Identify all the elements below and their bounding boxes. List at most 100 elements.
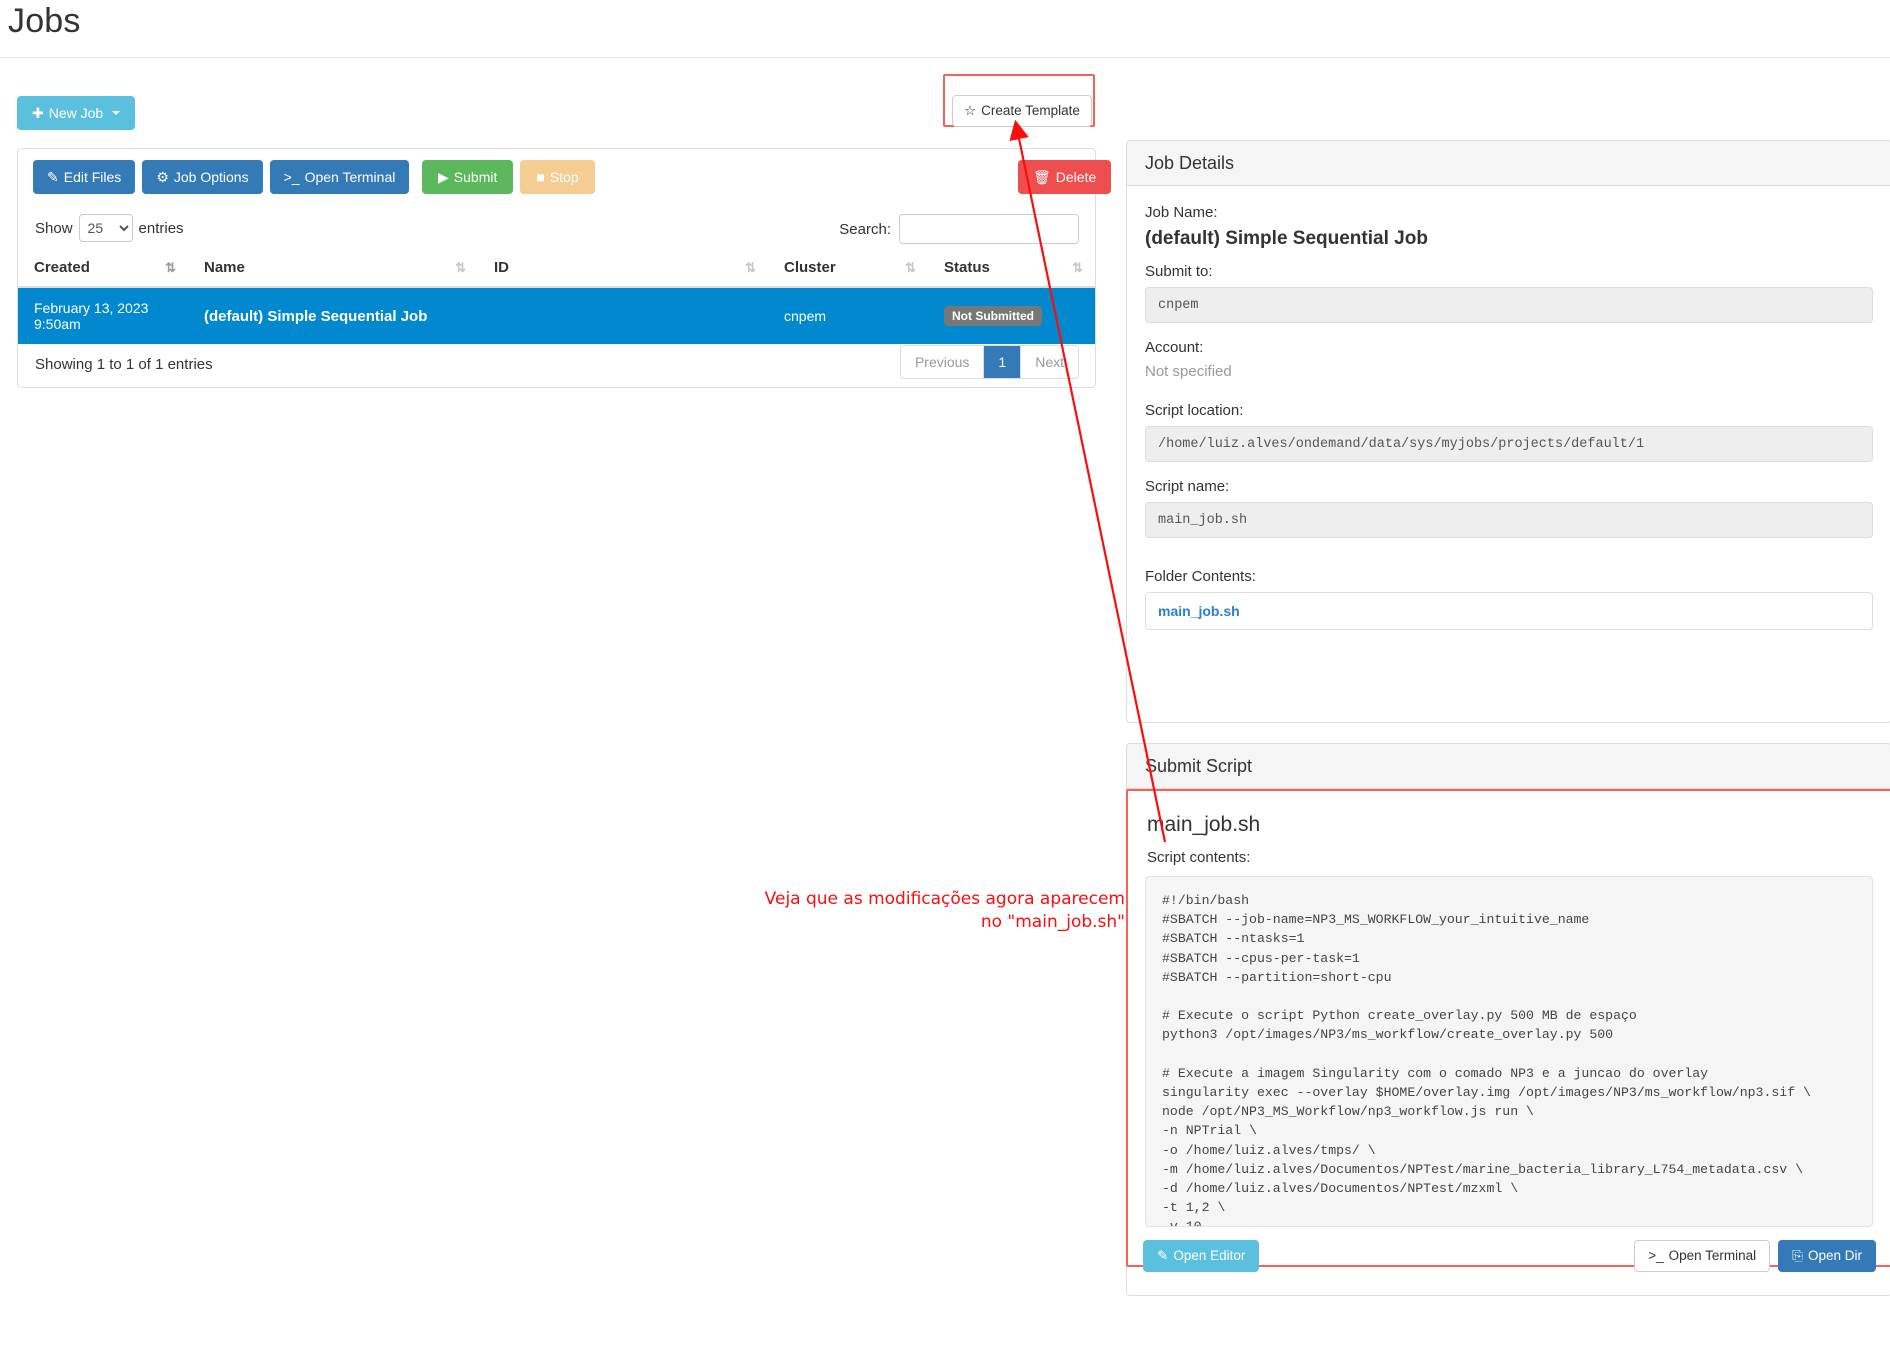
column-label-id: ID — [494, 259, 509, 276]
script-location-field: /home/luiz.alves/ondemand/data/sys/myjob… — [1145, 426, 1873, 462]
jobs-table-body: February 13, 2023 9:50am (default) Simpl… — [18, 287, 1095, 344]
sort-icon-created: ⇅ — [165, 260, 176, 275]
search-input[interactable] — [899, 214, 1079, 244]
account-value: Not specified — [1145, 363, 1232, 380]
sort-icon-status: ⇅ — [1072, 260, 1083, 275]
script-location-label: Script location: — [1145, 402, 1244, 419]
search-label: Search: — [839, 220, 891, 238]
pagination-previous[interactable]: Previous — [900, 346, 985, 378]
pencil-icon: ✎ — [1157, 1248, 1169, 1263]
open-editor-button[interactable]: ✎ Open Editor — [1143, 1240, 1260, 1272]
job-details-heading: Job Details — [1127, 141, 1890, 186]
sort-icon-name: ⇅ — [455, 260, 466, 275]
folder-file-link[interactable]: main_job.sh — [1158, 603, 1240, 619]
pagination: Previous 1 Next — [899, 345, 1079, 379]
chevron-down-icon — [112, 111, 121, 115]
script-name-value: main_job.sh — [1158, 512, 1248, 528]
script-name-field: main_job.sh — [1145, 502, 1873, 538]
folder-contents-box: main_job.sh — [1145, 592, 1873, 630]
toolbar-left-group: ✎ Edit Files ⚙ Job Options >_ Open Termi… — [33, 160, 410, 194]
submit-to-field: cnpem — [1145, 287, 1873, 323]
submit-script-heading: Submit Script — [1127, 744, 1890, 789]
annotation-note-line2: no "main_job.sh" — [980, 912, 1125, 932]
job-name-label: Job Name: — [1145, 204, 1218, 221]
external-link-icon: ⎘ — [1792, 1248, 1803, 1263]
datatable-info: Showing 1 to 1 of 1 entries — [35, 356, 213, 373]
job-details-panel: Job Details Job Name: (default) Simple S… — [1126, 140, 1890, 723]
jobs-table: Created ⇅ Name ⇅ ID ⇅ Cluster ⇅ Status ⇅… — [18, 251, 1095, 344]
edit-square-icon: ✎ — [47, 169, 59, 185]
submit-to-label: Submit to: — [1145, 263, 1213, 280]
stop-label: Stop — [549, 169, 579, 185]
stop-square-icon: ■ — [536, 169, 545, 185]
column-header-id[interactable]: ID ⇅ — [478, 251, 768, 288]
cell-id — [478, 287, 768, 344]
datatable-controls: Show 25 entries Search: — [18, 209, 1095, 251]
account-label: Account: — [1145, 339, 1204, 356]
table-header-row: Created ⇅ Name ⇅ ID ⇅ Cluster ⇅ Status ⇅ — [18, 251, 1095, 288]
page-length-select[interactable]: 25 — [78, 214, 133, 242]
new-job-button[interactable]: ✚ New Job — [17, 96, 136, 130]
job-name-value: (default) Simple Sequential Job — [1145, 228, 1428, 249]
trash-icon: 🗑 — [1033, 169, 1051, 185]
submit-button[interactable]: ▶ Submit — [422, 160, 514, 194]
page-length-control: Show 25 entries — [35, 214, 184, 242]
annotation-note-line1: Veja que as modificações agora aparecem — [764, 889, 1125, 909]
edit-files-button[interactable]: ✎ Edit Files — [33, 160, 136, 194]
column-header-status[interactable]: Status ⇅ — [928, 251, 1095, 288]
delete-button[interactable]: 🗑 Delete — [1018, 160, 1112, 194]
column-label-cluster: Cluster — [784, 259, 836, 276]
script-file-name: main_job.sh — [1147, 813, 1261, 836]
cell-status: Not Submitted — [928, 287, 1095, 344]
pagination-page-1[interactable]: 1 — [984, 346, 1022, 378]
column-label-created: Created — [34, 259, 90, 276]
column-label-status: Status — [944, 259, 990, 276]
new-job-wrapper: ✚ New Job — [17, 96, 136, 130]
terminal-icon: >_ — [1648, 1248, 1664, 1263]
script-name-label: Script name: — [1145, 478, 1230, 495]
open-dir-label: Open Dir — [1807, 1248, 1862, 1263]
cell-created: February 13, 2023 9:50am — [34, 300, 149, 332]
plus-icon: ✚ — [32, 105, 44, 121]
pagination-next[interactable]: Next — [1021, 346, 1078, 378]
page-title: Jobs — [8, 2, 81, 40]
open-terminal-label: Open Terminal — [304, 169, 396, 185]
column-header-name[interactable]: Name ⇅ — [188, 251, 478, 288]
open-dir-button[interactable]: ⎘ Open Dir — [1778, 1240, 1876, 1272]
job-details-body: Job Name: (default) Simple Sequential Jo… — [1127, 186, 1890, 640]
job-options-label: Job Options — [173, 169, 249, 185]
delete-label: Delete — [1055, 169, 1097, 185]
cell-name: (default) Simple Sequential Job — [204, 307, 428, 325]
cell-cluster: cnpem — [784, 308, 827, 324]
script-action-bar: ✎ Open Editor >_ Open Terminal ⎘ Open Di… — [1143, 1240, 1876, 1274]
open-terminal-button[interactable]: >_ Open Terminal — [269, 160, 410, 194]
folder-contents-label: Folder Contents: — [1145, 568, 1256, 585]
jobs-panel: ✎ Edit Files ⚙ Job Options >_ Open Termi… — [17, 148, 1112, 388]
submit-to-value: cnpem — [1158, 297, 1199, 313]
script-location-value: /home/luiz.alves/ondemand/data/sys/myjob… — [1158, 436, 1645, 452]
annotation-note: Veja que as modificações agora aparecem … — [700, 888, 1125, 934]
script-open-terminal-label: Open Terminal — [1668, 1248, 1757, 1263]
play-icon: ▶ — [438, 169, 449, 185]
table-row[interactable]: February 13, 2023 9:50am (default) Simpl… — [18, 287, 1095, 344]
toolbar-center-group: ▶ Submit ■ Stop — [422, 160, 595, 194]
status-badge: Not Submitted — [944, 306, 1042, 326]
stop-button[interactable]: ■ Stop — [520, 160, 595, 194]
submit-label: Submit — [453, 169, 498, 185]
job-options-button[interactable]: ⚙ Job Options — [142, 160, 263, 194]
toolbar-right-group: 🗑 Delete — [1018, 160, 1112, 194]
script-action-right-group: >_ Open Terminal ⎘ Open Dir — [1634, 1240, 1876, 1272]
gear-icon: ⚙ — [156, 169, 169, 185]
title-divider — [0, 57, 1890, 58]
create-template-button[interactable]: ☆ Create Template — [952, 95, 1092, 127]
script-open-terminal-button[interactable]: >_ Open Terminal — [1634, 1240, 1771, 1272]
new-job-label: New Job — [48, 105, 104, 121]
terminal-icon: >_ — [283, 169, 300, 185]
open-editor-label: Open Editor — [1173, 1248, 1246, 1263]
submit-script-body: main_job.sh Script contents: #!/bin/bash… — [1127, 789, 1890, 1237]
show-label: Show — [35, 219, 73, 237]
column-header-cluster[interactable]: Cluster ⇅ — [768, 251, 928, 288]
sort-icon-cluster: ⇅ — [905, 260, 916, 275]
search-control: Search: — [839, 214, 1079, 244]
column-header-created[interactable]: Created ⇅ — [18, 251, 188, 288]
